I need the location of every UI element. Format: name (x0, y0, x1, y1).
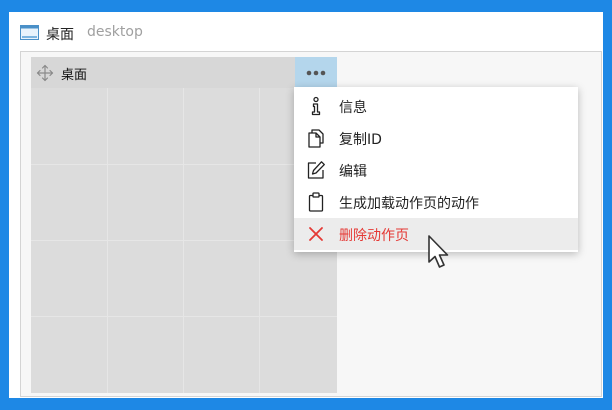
context-menu: 信息 复制ID 编辑 生成加载动作页的动作 删除动作页 (294, 87, 578, 252)
menu-item-label: 编辑 (339, 164, 367, 180)
close-icon (309, 227, 323, 241)
grid-line (31, 316, 337, 317)
more-dots-icon (306, 70, 326, 75)
grid-line (31, 240, 337, 241)
desktop-panel[interactable]: 桌面 (31, 57, 337, 393)
menu-item-copy-id[interactable]: 复制ID (294, 122, 578, 154)
edit-icon (307, 161, 325, 179)
more-options-button[interactable] (295, 57, 337, 88)
menu-item-label: 删除动作页 (339, 228, 409, 244)
copy-icon (308, 129, 324, 148)
menu-item-label: 复制ID (339, 132, 382, 148)
panel-header[interactable]: 桌面 (31, 57, 337, 88)
menu-item-label: 信息 (339, 100, 367, 116)
panel-grid (31, 88, 337, 393)
window-title: 桌面 (46, 27, 74, 43)
info-icon (311, 96, 321, 116)
window-subtitle: desktop (87, 24, 143, 40)
mouse-cursor-icon (428, 235, 449, 268)
title-bar: 桌面 desktop (9, 12, 603, 52)
move-icon[interactable] (36, 64, 54, 82)
grid-line (31, 164, 337, 165)
menu-item-edit[interactable]: 编辑 (294, 154, 578, 186)
menu-item-info[interactable]: 信息 (294, 90, 578, 122)
window-icon (20, 25, 39, 40)
panel-title: 桌面 (61, 68, 88, 83)
menu-item-generate-load-action[interactable]: 生成加载动作页的动作 (294, 186, 578, 218)
menu-item-label: 生成加载动作页的动作 (339, 196, 479, 212)
clipboard-icon (308, 192, 324, 212)
